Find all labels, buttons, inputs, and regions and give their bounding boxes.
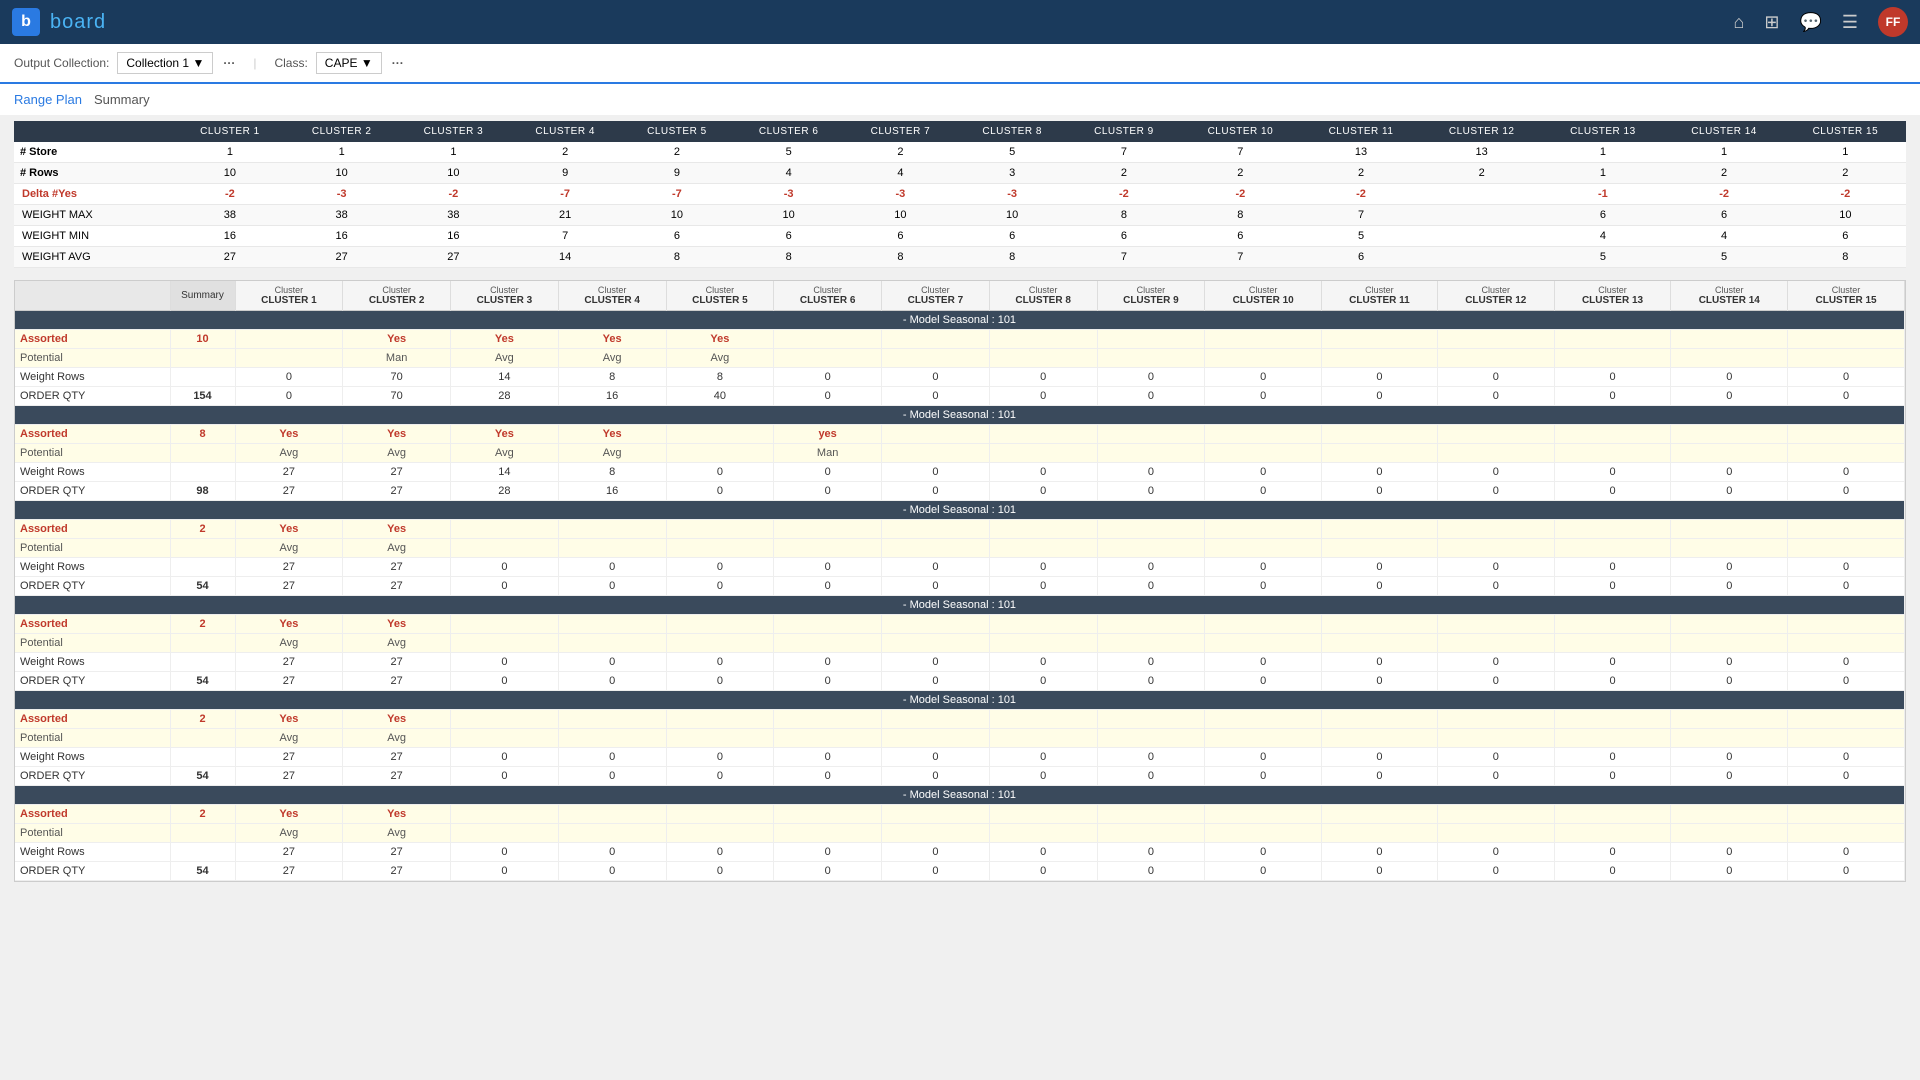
summary-tbody: # Store11122525771313111# Rows1010109944…	[14, 142, 1906, 268]
summary-col-c11: CLUSTER 11	[1301, 121, 1421, 142]
summary-col-c7: CLUSTER 7	[845, 121, 957, 142]
summary-col-c12: CLUSTER 12	[1421, 121, 1542, 142]
top-navigation: b board ⌂ ⊞ 💬 ☰ FF	[0, 0, 1920, 44]
output-collection-label: Output Collection:	[14, 56, 109, 70]
summary-col-c10: CLUSTER 10	[1180, 121, 1301, 142]
detail-table-wrap: Summary ClusterCLUSTER 1 ClusterCLUSTER …	[14, 280, 1906, 882]
summary-col-c13: CLUSTER 13	[1542, 121, 1663, 142]
detail-col-label	[15, 281, 170, 311]
detail-col-c7: ClusterCLUSTER 7	[882, 281, 990, 311]
detail-col-c13: ClusterCLUSTER 13	[1554, 281, 1671, 311]
summary-col-c3: CLUSTER 3	[398, 121, 510, 142]
class-more-button[interactable]: ···	[392, 56, 404, 70]
main-content: CLUSTER 1 CLUSTER 2 CLUSTER 3 CLUSTER 4 …	[0, 115, 1920, 1075]
summary-col-c14: CLUSTER 14	[1663, 121, 1784, 142]
detail-col-c2: ClusterCLUSTER 2	[343, 281, 451, 311]
detail-col-c10: ClusterCLUSTER 10	[1205, 281, 1322, 311]
summary-col-c9: CLUSTER 9	[1068, 121, 1180, 142]
summary-col-c15: CLUSTER 15	[1785, 121, 1906, 142]
detail-col-c14: ClusterCLUSTER 14	[1671, 281, 1788, 311]
summary-header-row: CLUSTER 1 CLUSTER 2 CLUSTER 3 CLUSTER 4 …	[14, 121, 1906, 142]
summary-col-label	[14, 121, 174, 142]
detail-col-c4: ClusterCLUSTER 4	[558, 281, 666, 311]
menu-icon[interactable]: ☰	[1842, 12, 1858, 33]
summary-col-c1: CLUSTER 1	[174, 121, 286, 142]
nav-right-icons: ⌂ ⊞ 💬 ☰ FF	[1733, 7, 1908, 37]
detail-tbody: - Model Seasonal : 101Assorted10YesYesYe…	[15, 311, 1905, 881]
collection-select[interactable]: Collection 1 ▼	[117, 52, 213, 74]
detail-col-c5: ClusterCLUSTER 5	[666, 281, 774, 311]
summary-col-c5: CLUSTER 5	[621, 121, 733, 142]
detail-scroll[interactable]: Summary ClusterCLUSTER 1 ClusterCLUSTER …	[15, 281, 1905, 881]
grid-icon[interactable]: ⊞	[1764, 12, 1779, 33]
breadcrumb-parent[interactable]: Range Plan	[14, 92, 82, 107]
detail-table: Summary ClusterCLUSTER 1 ClusterCLUSTER …	[15, 281, 1905, 881]
detail-col-c3: ClusterCLUSTER 3	[451, 281, 559, 311]
summary-col-c4: CLUSTER 4	[509, 121, 621, 142]
app-name: board	[50, 11, 106, 34]
summary-col-c6: CLUSTER 6	[733, 121, 845, 142]
logo-icon: b	[12, 8, 40, 36]
detail-col-c6: ClusterCLUSTER 6	[774, 281, 882, 311]
detail-col-c12: ClusterCLUSTER 12	[1437, 281, 1554, 311]
collection-value: Collection 1	[126, 56, 189, 70]
detail-col-c11: ClusterCLUSTER 11	[1322, 281, 1438, 311]
class-label: Class:	[274, 56, 307, 70]
avatar[interactable]: FF	[1878, 7, 1908, 37]
detail-col-summary: Summary	[170, 281, 235, 311]
summary-col-c2: CLUSTER 2	[286, 121, 398, 142]
detail-col-c9: ClusterCLUSTER 9	[1097, 281, 1205, 311]
summary-table: CLUSTER 1 CLUSTER 2 CLUSTER 3 CLUSTER 4 …	[14, 121, 1906, 268]
collection-more-button[interactable]: ···	[223, 56, 235, 70]
logo-letter: b	[21, 13, 31, 31]
breadcrumb: Range Plan Summary	[0, 84, 1920, 115]
chat-icon[interactable]: 💬	[1799, 12, 1821, 33]
detail-col-c15: ClusterCLUSTER 15	[1788, 281, 1905, 311]
class-value: CAPE	[325, 56, 358, 70]
breadcrumb-current: Summary	[94, 92, 150, 107]
detail-col-c1: ClusterCLUSTER 1	[235, 281, 343, 311]
toolbar: Output Collection: Collection 1 ▼ ··· | …	[0, 44, 1920, 84]
home-icon[interactable]: ⌂	[1733, 12, 1744, 33]
detail-header-row: Summary ClusterCLUSTER 1 ClusterCLUSTER …	[15, 281, 1905, 311]
detail-col-c8: ClusterCLUSTER 8	[989, 281, 1097, 311]
summary-col-c8: CLUSTER 8	[956, 121, 1068, 142]
class-select[interactable]: CAPE ▼	[316, 52, 382, 74]
